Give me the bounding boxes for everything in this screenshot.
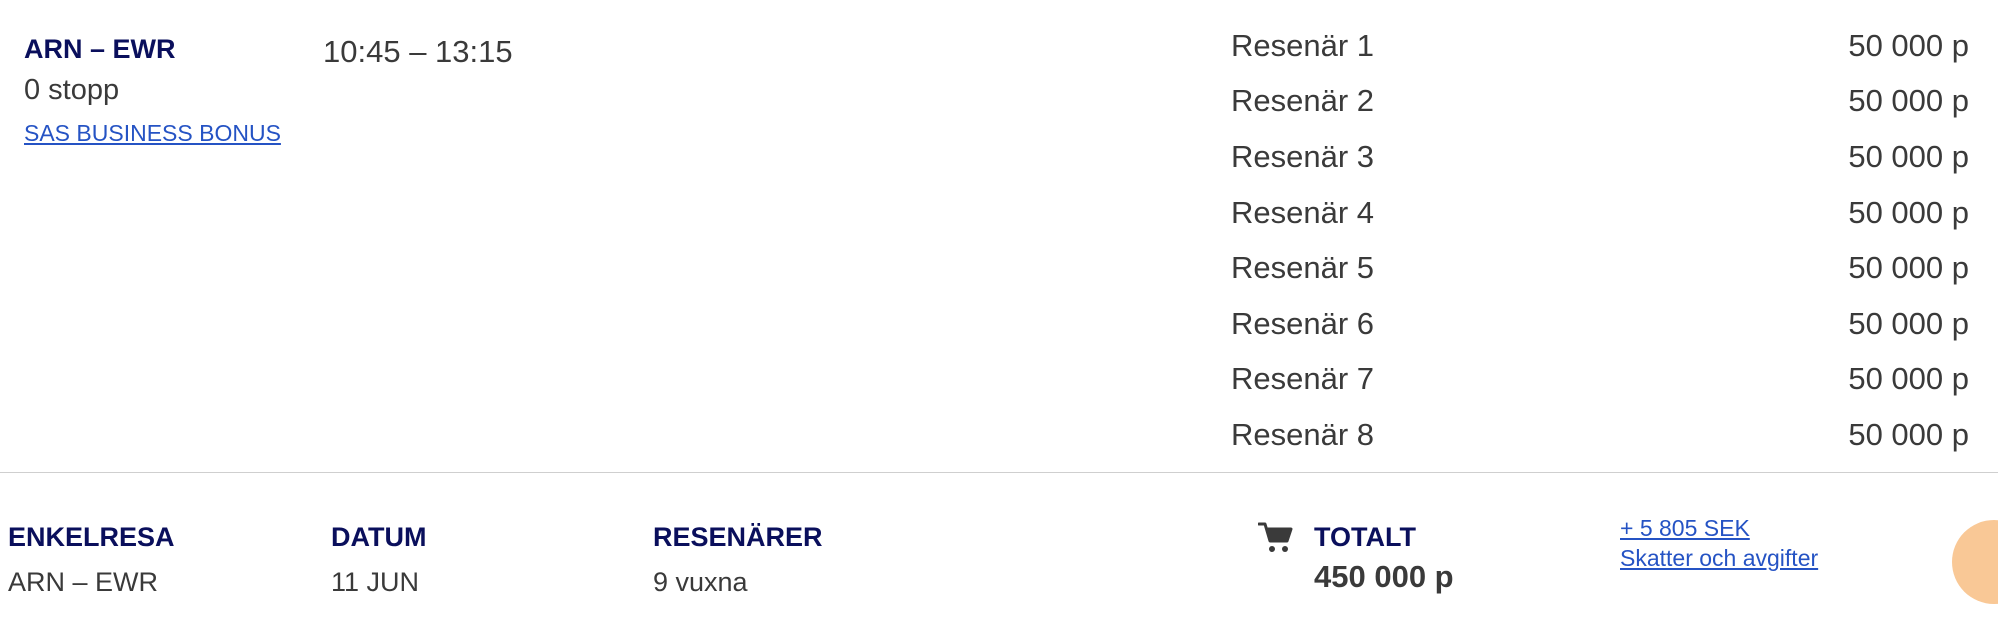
passenger-price: 50 000 p	[1848, 250, 1969, 286]
passenger-row: Resenär 6 50 000 p	[1231, 296, 1969, 352]
passenger-label: Resenär 1	[1231, 27, 1375, 63]
passenger-label: Resenär 7	[1231, 361, 1375, 397]
shopping-cart-icon	[1258, 522, 1293, 552]
trip-route: ARN – EWR	[8, 567, 159, 597]
trip-type-label: ENKELRESA	[8, 522, 175, 552]
passenger-price: 50 000 p	[1848, 27, 1969, 63]
passenger-row: Resenär 7 50 000 p	[1231, 352, 1969, 408]
passenger-price: 50 000 p	[1848, 138, 1969, 174]
passenger-label: Resenär 5	[1231, 250, 1375, 286]
passenger-price: 50 000 p	[1848, 194, 1969, 230]
passenger-row: Resenär 5 50 000 p	[1231, 240, 1969, 296]
total-label: TOTALT	[1314, 522, 1416, 552]
taxes-and-fees-link[interactable]: Skatter och avgifter	[1620, 543, 1818, 573]
passenger-price: 50 000 p	[1848, 416, 1969, 452]
passenger-label: Resenär 3	[1231, 138, 1375, 174]
passenger-row: Resenär 2 50 000 p	[1231, 74, 1969, 130]
passenger-price: 50 000 p	[1848, 305, 1969, 341]
tax-amount-link[interactable]: + 5 805 SEK	[1620, 513, 1818, 543]
travelers-value: 9 vuxna	[653, 567, 748, 597]
passenger-row: Resenär 4 50 000 p	[1231, 185, 1969, 241]
flight-route: ARN – EWR	[24, 34, 176, 64]
passenger-price: 50 000 p	[1848, 361, 1969, 397]
passenger-label: Resenär 6	[1231, 305, 1375, 341]
date-label: DATUM	[331, 522, 427, 552]
passenger-row: Resenär 3 50 000 p	[1231, 129, 1969, 185]
passenger-price: 50 000 p	[1848, 83, 1969, 119]
date-value: 11 JUN	[331, 567, 420, 597]
travelers-label: RESENÄRER	[653, 522, 823, 552]
total-summary: TOTALT 450 000 p	[1314, 519, 1454, 595]
passenger-row: Resenär 8 50 000 p	[1231, 407, 1969, 463]
trip-type-summary: ENKELRESA ARN – EWR	[8, 519, 175, 599]
flight-times: 10:45 – 13:15	[323, 34, 513, 69]
taxes-summary: + 5 805 SEK Skatter och avgifter	[1620, 513, 1818, 573]
date-summary: DATUM 11 JUN	[331, 519, 426, 599]
passenger-label: Resenär 2	[1231, 83, 1375, 119]
travelers-summary: RESENÄRER 9 vuxna	[653, 519, 823, 599]
flight-stops: 0 stopp	[24, 74, 120, 106]
passenger-label: Resenär 4	[1231, 194, 1375, 230]
fare-type-link[interactable]: SAS BUSINESS BONUS	[24, 120, 281, 147]
passenger-label: Resenär 8	[1231, 416, 1375, 452]
passenger-row: Resenär 1 50 000 p	[1231, 18, 1969, 74]
passenger-price-list: Resenär 1 50 000 p Resenär 2 50 000 p Re…	[1231, 18, 1969, 463]
flight-details: ARN – EWR 0 stopp SAS BUSINESS BONUS 10:…	[0, 0, 1998, 472]
booking-summary-bar: ENKELRESA ARN – EWR DATUM 11 JUN RESENÄR…	[0, 473, 1998, 621]
total-value: 450 000 p	[1314, 559, 1454, 594]
